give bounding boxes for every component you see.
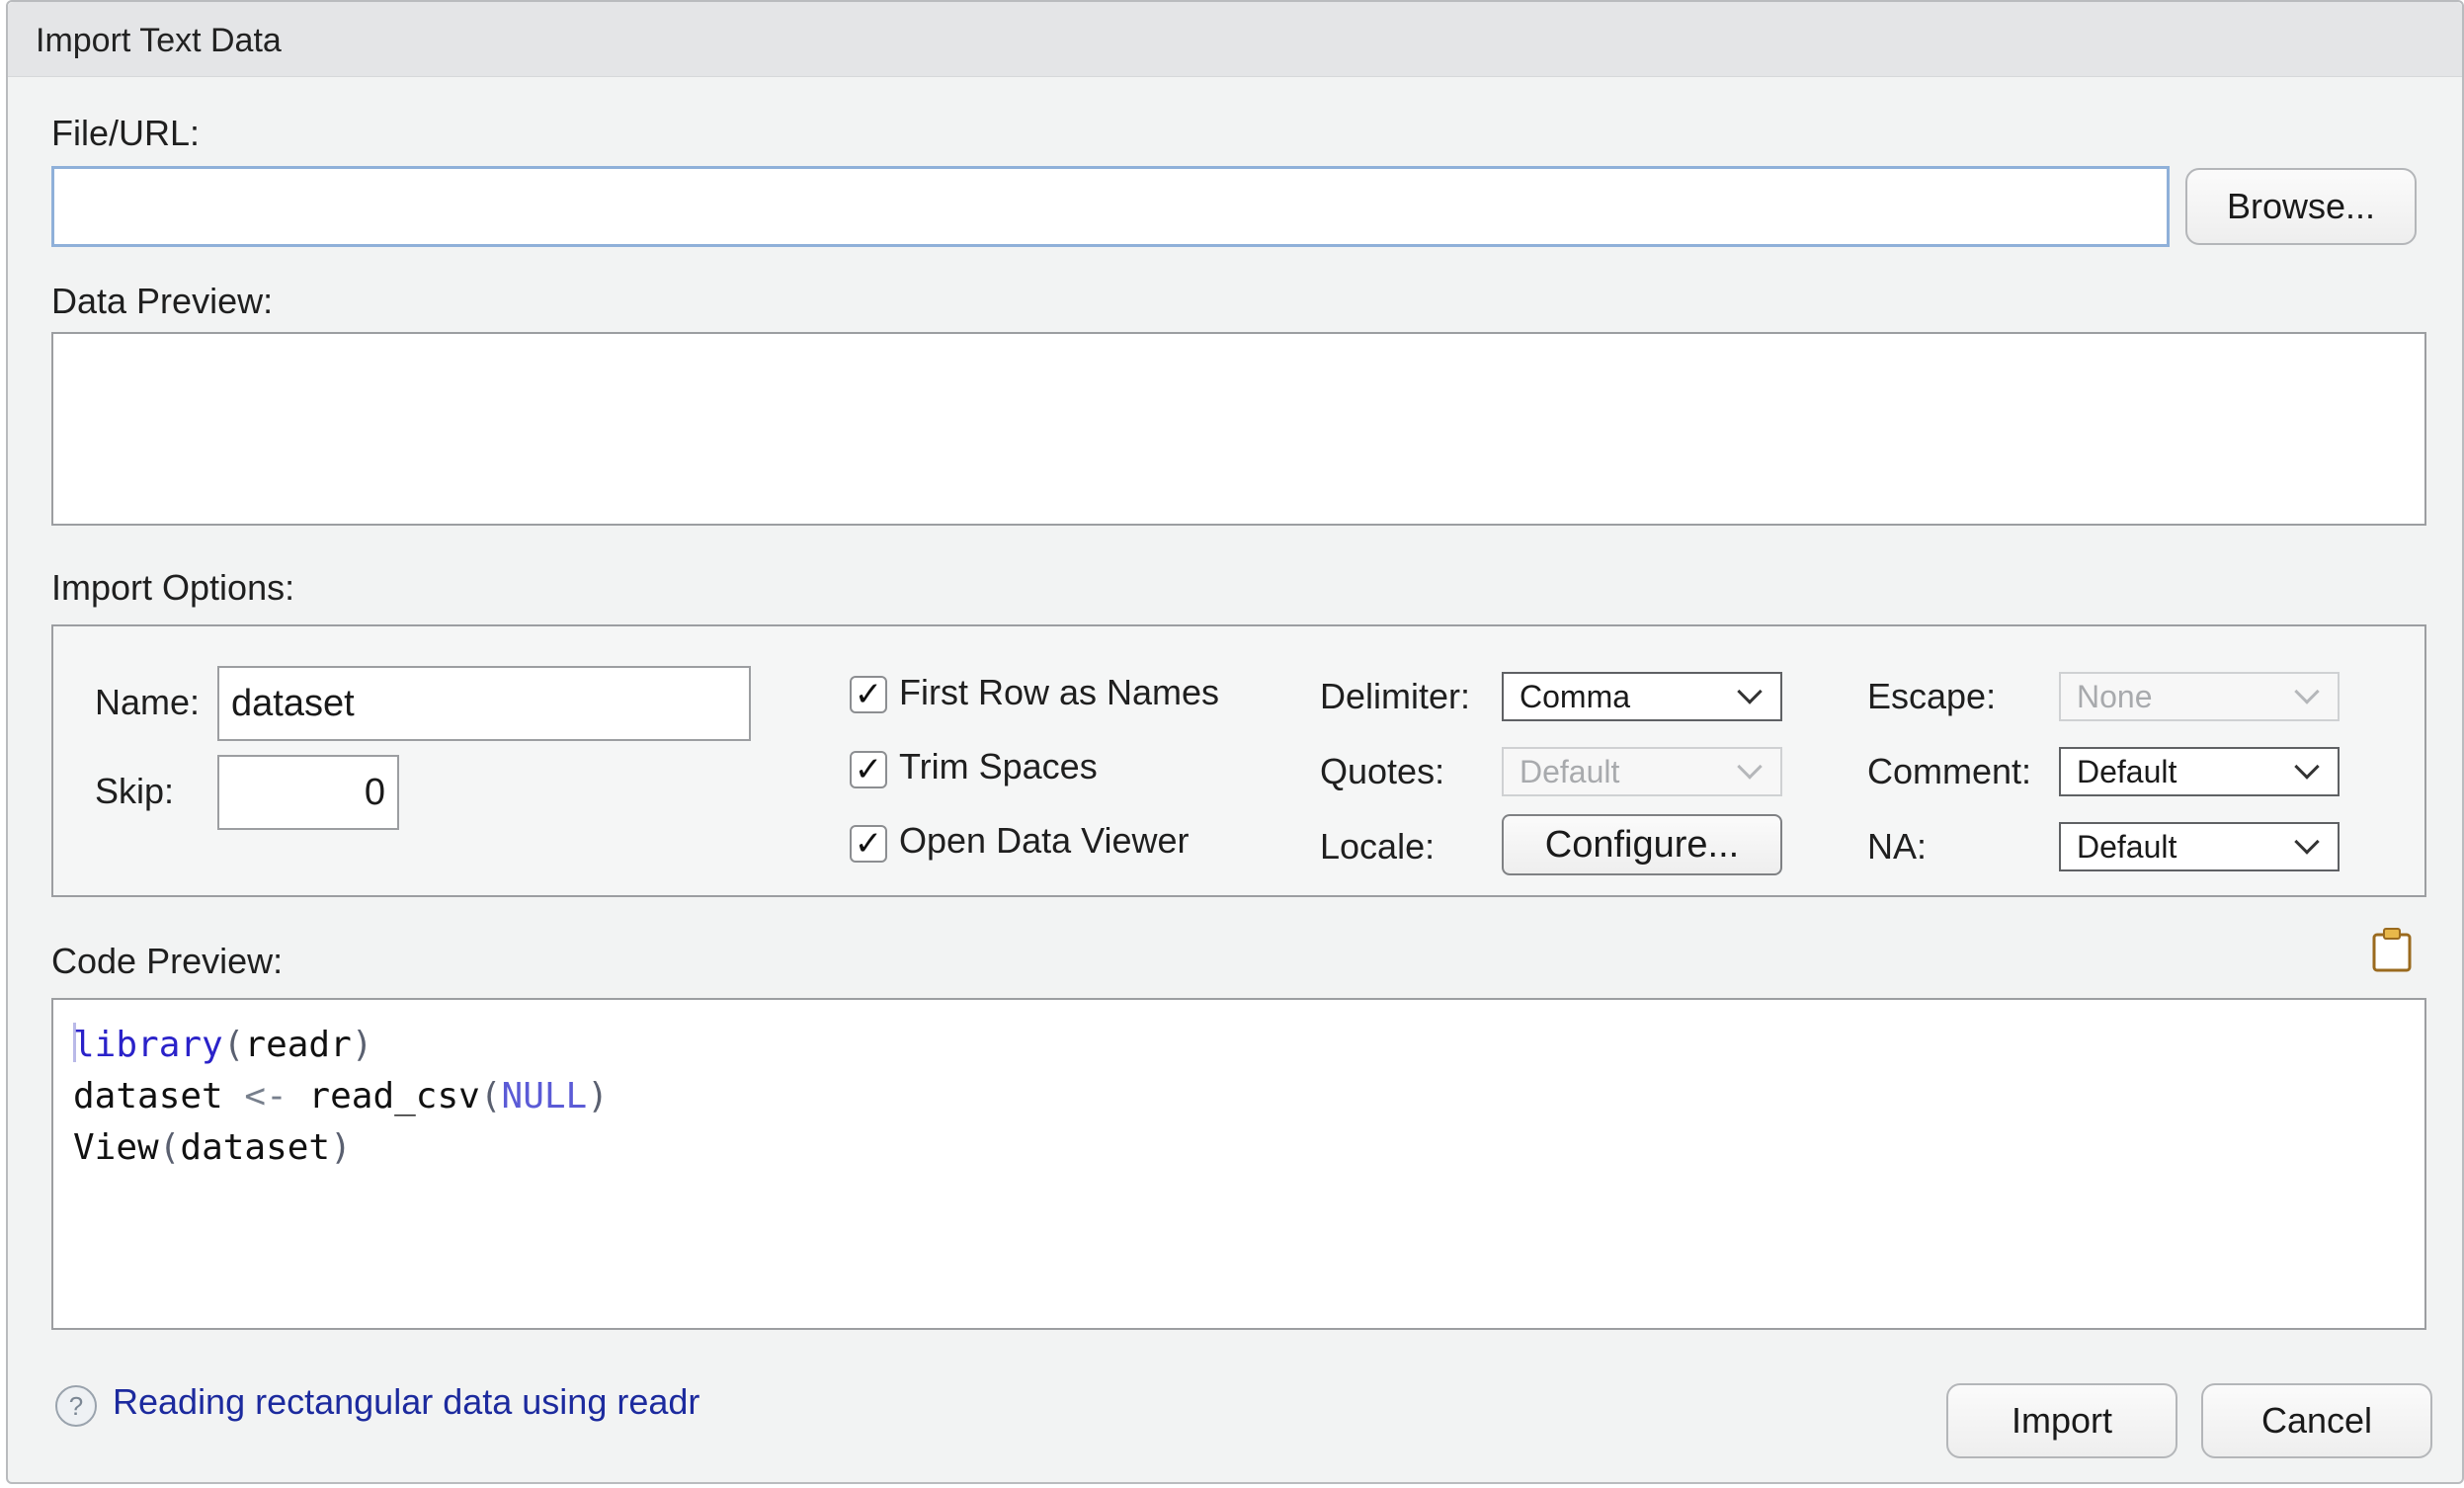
file-url-input[interactable] [51,166,2170,247]
file-url-label: File/URL: [51,113,201,153]
code-token: View [73,1127,159,1168]
browse-button[interactable]: Browse... [2185,168,2417,245]
import-button[interactable]: Import [1946,1383,2177,1458]
dialog-title: Import Text Data [36,22,282,59]
open-data-viewer-label: Open Data Viewer [899,820,1190,861]
na-value: Default [2077,828,2177,865]
configure-locale-button[interactable]: Configure... [1502,814,1782,875]
dialog-titlebar: Import Text Data [8,2,2462,77]
check-icon: ✓ [854,676,883,713]
data-preview-panel [51,332,2426,526]
comment-select[interactable]: Default [2059,747,2340,796]
code-token: library [73,1025,223,1065]
chevron-down-icon [2294,679,2320,704]
trim-spaces-checkbox[interactable]: ✓ [850,751,887,788]
comment-label: Comment: [1867,751,2032,791]
import-text-data-dialog: Import Text Data File/URL: Browse... Dat… [6,0,2464,1484]
code-preview-label: Code Preview: [51,941,284,981]
open-data-viewer-checkbox[interactable]: ✓ [850,825,887,863]
code-token: ( [158,1127,181,1168]
code-preview-editor[interactable]: library(readr) dataset <- read_csv(NULL)… [51,998,2426,1330]
code-line-1: library(readr) [73,1020,2424,1071]
help-link-readr[interactable]: Reading rectangular data using readr [113,1381,699,1423]
import-options-panel: Name: dataset Skip: 0 ✓ First Row as Nam… [51,624,2426,897]
code-token: readr [244,1025,352,1065]
quotes-label: Quotes: [1320,751,1445,791]
chevron-down-icon [1737,679,1763,704]
name-label: Name: [95,682,201,722]
name-input[interactable]: dataset [217,666,751,741]
chevron-down-icon [2294,754,2320,780]
delimiter-value: Comma [1519,678,1631,714]
code-line-3: View(dataset) [73,1122,2424,1174]
first-row-names-label: First Row as Names [899,672,1220,712]
first-row-names-checkbox[interactable]: ✓ [850,676,887,713]
cancel-button[interactable]: Cancel [2201,1383,2432,1458]
quotes-value: Default [1519,753,1620,789]
locale-label: Locale: [1320,826,1436,867]
data-preview-label: Data Preview: [51,281,274,321]
import-options-label: Import Options: [51,567,295,608]
check-icon: ✓ [854,825,883,863]
code-token: ( [479,1076,502,1116]
quotes-select[interactable]: Default [1502,747,1782,796]
escape-value: None [2077,678,2153,714]
code-token: ( [222,1025,245,1065]
escape-label: Escape: [1867,676,1997,716]
chevron-down-icon [2294,829,2320,855]
na-label: NA: [1867,826,1928,867]
code-line-2: dataset <- read_csv(NULL) [73,1071,2424,1122]
delimiter-label: Delimiter: [1320,676,1471,716]
escape-select[interactable]: None [2059,672,2340,721]
code-token: NULL [501,1076,588,1116]
help-icon[interactable]: ? [55,1385,97,1427]
skip-label: Skip: [95,771,175,811]
code-token: read_csv [287,1076,480,1116]
code-token: ) [587,1076,609,1116]
code-token: dataset [73,1076,245,1116]
code-token: dataset [180,1127,331,1168]
code-token: ) [330,1127,352,1168]
delimiter-select[interactable]: Comma [1502,672,1782,721]
code-token: <- [244,1076,287,1116]
chevron-down-icon [1737,754,1763,780]
skip-input[interactable]: 0 [217,755,399,830]
code-token: ) [351,1025,373,1065]
trim-spaces-label: Trim Spaces [899,746,1098,786]
check-icon: ✓ [854,751,883,788]
na-select[interactable]: Default [2059,822,2340,871]
comment-value: Default [2077,753,2177,789]
clipboard-icon[interactable] [2371,927,2413,972]
